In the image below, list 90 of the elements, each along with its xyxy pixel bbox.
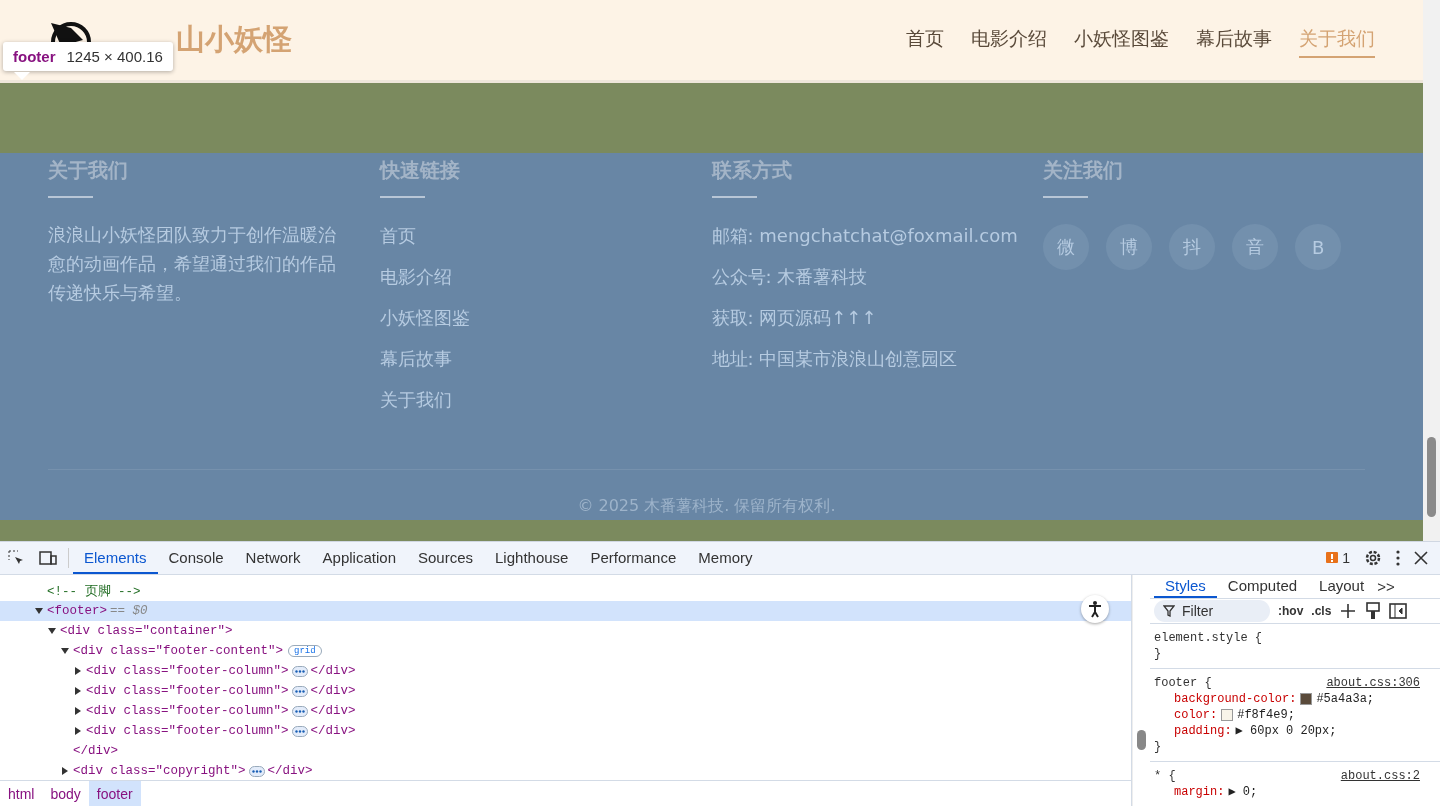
about-text: 浪浪山小妖怪团队致力于创作温暖治愈的动画作品，希望通过我们的作品传递快乐与希望。 [48, 223, 337, 305]
devtools-tab[interactable]: Network [234, 542, 312, 574]
contact-info: 获取: 网页源码↑↑↑ [711, 306, 877, 330]
css-selector: element.style { [1154, 630, 1263, 646]
devtools-tab[interactable]: Elements [73, 542, 158, 574]
settings-icon[interactable] [1364, 549, 1382, 567]
breadcrumb[interactable]: body [42, 781, 89, 806]
code-comment[interactable]: <!-- 页脚 --> [47, 582, 141, 600]
tooltip-pointer [14, 72, 30, 80]
css-property: margin: [1174, 784, 1225, 800]
breadcrumb[interactable]: html [0, 781, 43, 806]
device-icon[interactable] [39, 550, 57, 566]
element-tag[interactable]: <div class="footer-content"> [73, 644, 284, 658]
css-property: color: [1174, 707, 1218, 723]
caret-down-icon[interactable] [47, 626, 57, 636]
closing-tag: </div> [267, 764, 313, 778]
color-swatch[interactable] [1300, 693, 1313, 705]
ellipsis-icon[interactable] [291, 725, 308, 737]
css-value: ▶ 60px 0 20px; [1235, 723, 1337, 739]
devtools-tab[interactable]: Console [157, 542, 235, 574]
ellipsis-icon[interactable] [291, 685, 308, 697]
inspect-tooltip: footer 1245 × 400.16 [3, 42, 173, 71]
filter-field[interactable]: Filter [1154, 599, 1270, 622]
more-icon[interactable] [1396, 550, 1400, 566]
nav-link[interactable]: 首页 [906, 22, 944, 58]
paint-brush-icon[interactable] [1365, 601, 1382, 620]
style-toggle[interactable]: .cls [1311, 603, 1332, 618]
css-brace: } [1154, 740, 1162, 754]
column-title: 快速链接 [379, 157, 460, 184]
devtools-tab[interactable]: Application [311, 542, 407, 574]
color-swatch[interactable] [1221, 709, 1234, 721]
caret-right-icon[interactable] [73, 666, 83, 676]
column-title: 关于我们 [48, 157, 128, 184]
styles-tab[interactable]: Styles [1154, 575, 1217, 598]
element-tag[interactable]: <div class="footer-column"> [86, 724, 289, 738]
closing-tag: </div> [310, 704, 356, 718]
source-link[interactable]: about.css:306 [1326, 675, 1420, 691]
element-tag[interactable]: <div class="copyright"> [73, 764, 246, 778]
css-value: #f8f4e9; [1237, 707, 1295, 723]
devtools-tab[interactable]: Sources [407, 542, 484, 574]
css-property: background-color: [1174, 691, 1297, 707]
css-brace: } [1154, 647, 1162, 661]
issues-badge[interactable]: 1 [1326, 550, 1350, 566]
ellipsis-icon[interactable] [248, 765, 265, 777]
closing-tag: </div> [310, 724, 356, 738]
nav-link[interactable]: 电影介绍 [971, 22, 1047, 58]
css-property: padding: [1174, 723, 1232, 739]
filter-icon [1163, 604, 1175, 617]
nav-link[interactable]: 小妖怪图鉴 [1074, 22, 1169, 58]
column-title: 联系方式 [711, 157, 792, 184]
closing-tag: </div> [310, 664, 356, 678]
sidebar-icon[interactable] [1389, 601, 1408, 620]
caret-right-icon[interactable] [73, 726, 83, 736]
caret-down-icon[interactable] [60, 646, 70, 656]
element-tag[interactable]: </div> [73, 744, 118, 758]
close-icon[interactable] [1414, 551, 1428, 565]
element-tag[interactable]: <div class="footer-column"> [86, 684, 289, 698]
caret-right-icon[interactable] [60, 766, 70, 776]
more-tabs[interactable]: >> [1375, 575, 1395, 598]
devtools-tab[interactable]: Performance [579, 542, 688, 574]
css-value: #5a4a3a; [1316, 691, 1375, 707]
styles-tab[interactable]: Layout [1308, 575, 1376, 598]
contact-info: 邮箱: mengchatchat@foxmail.com [711, 224, 1018, 248]
contact-info: 公众号: 木番薯科技 [711, 265, 868, 289]
devtools-tab[interactable]: Memory [687, 542, 764, 574]
element-tag[interactable]: <div class="container"> [60, 624, 233, 638]
element-tag[interactable]: <div class="footer-column"> [86, 664, 289, 678]
caret-down-icon[interactable] [34, 606, 44, 616]
plus-icon[interactable] [1339, 601, 1358, 620]
contact-info: 地址: 中国某市浪浪山创意园区 [711, 347, 958, 371]
css-selector: * { [1154, 768, 1176, 784]
closing-tag: </div> [310, 684, 356, 698]
ellipsis-icon[interactable] [291, 705, 308, 717]
styles-tab[interactable]: Computed [1216, 575, 1309, 598]
accessibility-icon[interactable] [1081, 595, 1109, 623]
css-value: ▶ 0; [1228, 784, 1258, 800]
css-selector: footer { [1154, 675, 1212, 691]
selected-marker: == $0 [110, 604, 148, 618]
scrollbar[interactable] [1423, 0, 1440, 541]
element-tag[interactable]: <div class="footer-column"> [86, 704, 289, 718]
style-toggle[interactable]: :hov [1278, 603, 1304, 618]
ellipsis-icon[interactable] [291, 665, 308, 677]
source-link[interactable]: about.css:2 [1340, 768, 1420, 784]
caret-right-icon[interactable] [73, 706, 83, 716]
caret-right-icon[interactable] [73, 686, 83, 696]
breadcrumb[interactable]: footer [88, 781, 141, 806]
devtools-tab[interactable]: Lighthouse [484, 542, 580, 574]
column-title: 关注我们 [1043, 157, 1124, 184]
element-tag[interactable]: <footer> [47, 604, 107, 618]
nav-link[interactable]: 幕后故事 [1196, 22, 1272, 58]
